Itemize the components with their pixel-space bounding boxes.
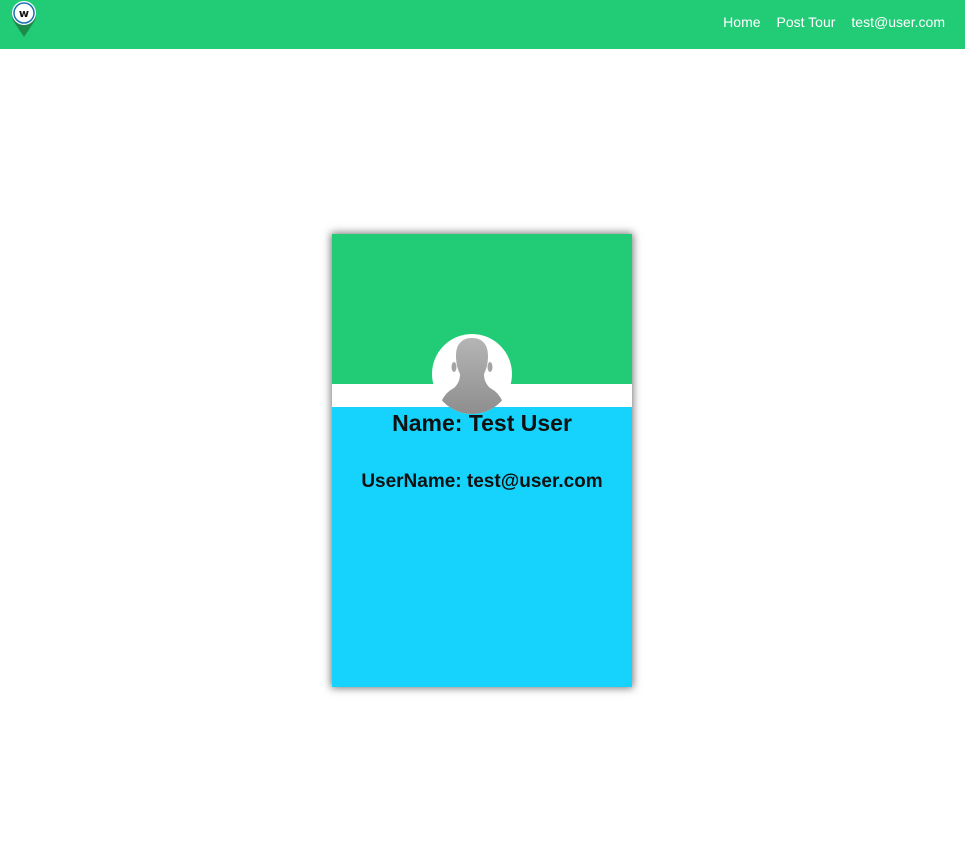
profile-card-body bbox=[332, 407, 632, 687]
default-user-silhouette-icon bbox=[438, 338, 506, 414]
map-pin-logo-icon[interactable]: w bbox=[10, 0, 38, 38]
nav-home-link[interactable]: Home bbox=[723, 14, 760, 30]
navbar: w Home Post Tour test@user.com bbox=[0, 0, 965, 49]
profile-name: Name: Test User bbox=[392, 410, 572, 436]
nav-post-tour-link[interactable]: Post Tour bbox=[777, 14, 836, 30]
profile-card: Name: Test User UserName: test@user.com bbox=[332, 234, 632, 687]
svg-text:w: w bbox=[19, 7, 29, 20]
avatar bbox=[432, 334, 512, 414]
profile-username: UserName: test@user.com bbox=[361, 471, 603, 492]
nav-links: Home Post Tour test@user.com bbox=[723, 14, 945, 30]
nav-user-link[interactable]: test@user.com bbox=[851, 14, 945, 30]
